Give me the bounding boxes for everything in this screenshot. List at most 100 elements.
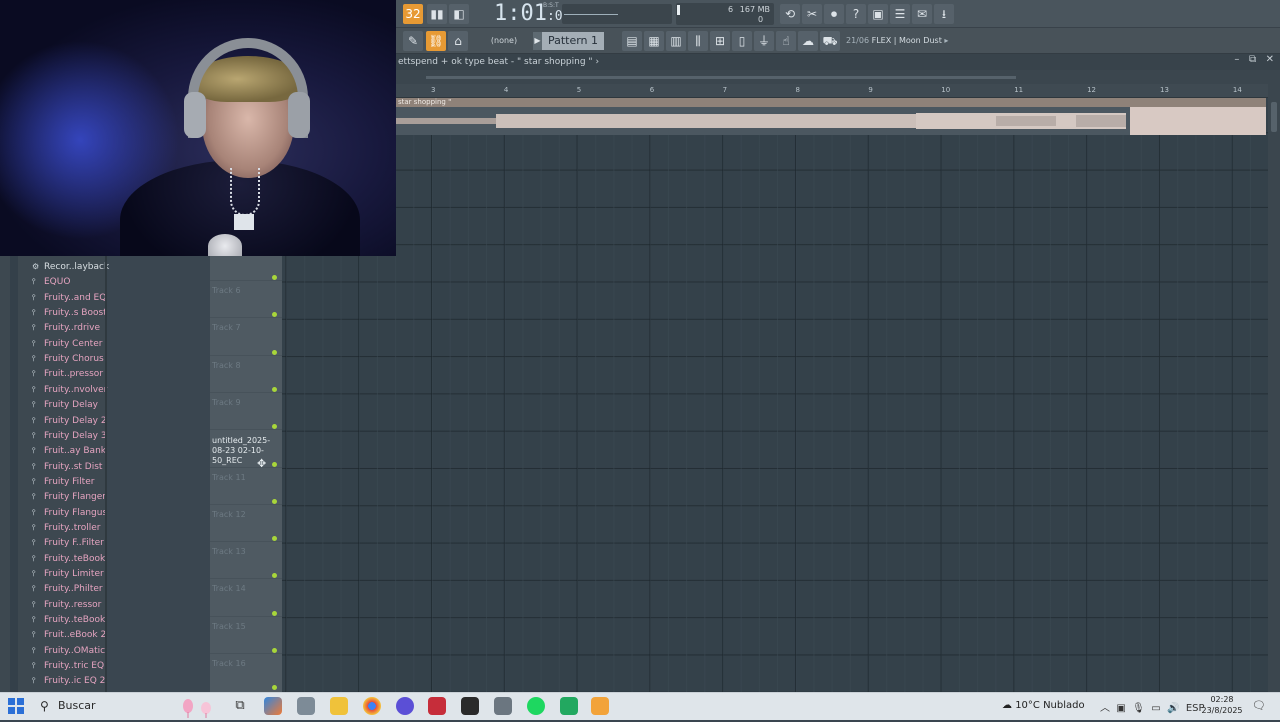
playlist-window-icon[interactable]: ▤	[622, 31, 642, 51]
mixer-icon[interactable]: ☰	[890, 4, 910, 24]
discord-icon[interactable]	[396, 697, 414, 715]
browser-plugin-item[interactable]: ⫯ Fruity..OMatic	[32, 646, 105, 656]
cart-icon[interactable]: ⛟	[820, 31, 840, 51]
system-tray[interactable]: ︿ ▣ 🎙 ▭ 🔊 ESP	[1100, 699, 1205, 714]
volume-icon[interactable]: 🔊	[1167, 703, 1179, 714]
weather-widget[interactable]: ☁ 10°C Nublado	[1002, 700, 1085, 711]
network-icon[interactable]: ▭	[1151, 703, 1160, 714]
browser-plugin-item[interactable]: ⫯ Fruity Chorus	[32, 354, 104, 364]
playlist-title-bar[interactable]: ettspend + ok type beat ‐ " star shoppin…	[396, 54, 1280, 70]
track-name[interactable]: Track 6	[212, 286, 241, 295]
track-name[interactable]: Track 7	[212, 323, 241, 332]
track-mute-led[interactable]	[272, 685, 277, 691]
browser-plugin-item[interactable]: ⫯ Fruity Delay 3	[32, 431, 107, 441]
horizontal-scrollbar[interactable]	[396, 70, 1280, 84]
song-position-slider[interactable]	[562, 4, 672, 24]
vertical-scrollbar[interactable]	[1268, 84, 1280, 692]
browser-window-icon[interactable]: ▯	[732, 31, 752, 51]
channel-rack-icon[interactable]: ⊞	[710, 31, 730, 51]
browser-plugin-item[interactable]: ⫯ EQUO	[32, 277, 70, 287]
breadcrumb-arrow-icon[interactable]: ›	[595, 57, 599, 67]
track-name[interactable]: Track 11	[212, 473, 246, 482]
browser-plugin-item[interactable]: ⫯ Fruity Flanger	[32, 492, 106, 502]
browser-plugin-item[interactable]: ⫯ Fruity..and EQ	[32, 293, 106, 303]
copilot-icon[interactable]	[264, 697, 282, 715]
track-name[interactable]: Track 14	[212, 584, 246, 593]
scroll-thumb[interactable]	[426, 76, 1016, 79]
track-name[interactable]: Track 12	[212, 510, 246, 519]
notification-icon[interactable]: 🗨	[1252, 699, 1266, 712]
pattern-arrow-icon[interactable]: ▶	[533, 32, 542, 50]
browser-plugin-item[interactable]: ⫯ Fruity..teBook	[32, 615, 105, 625]
spotify-icon[interactable]	[527, 697, 545, 715]
browser-plugin-item[interactable]: ⫯ Fruity..ic EQ 2	[32, 676, 105, 686]
mixer-window-icon[interactable]: ⫼	[688, 31, 708, 51]
browser-plugin-item[interactable]: ⫯ Fruity F..Filter	[32, 538, 104, 548]
vscroll-thumb[interactable]	[1271, 102, 1277, 132]
plugin-browser[interactable]: ⚙ Recor..layback ⫯ EQUO ⫯ Fruity..and EQ ⫯ Frui…	[0, 246, 109, 692]
playlist-grid[interactable]	[282, 98, 1268, 692]
browser-plugin-item[interactable]: ⫯ Fruity..tric EQ	[32, 661, 104, 671]
browser-plugin-item[interactable]: ⫯ Fruity..teBook	[32, 554, 105, 564]
track-mute-led[interactable]	[272, 349, 277, 355]
browser-plugin-item[interactable]: ⫯ Fruity Filter	[32, 477, 94, 487]
piano-roll-icon[interactable]: ▥	[666, 31, 686, 51]
track-name[interactable]: Track 8	[212, 361, 241, 370]
browser-plugin-item[interactable]: ⫯ Fruity..Philter	[32, 584, 103, 594]
brush-tool-icon[interactable]: ✎	[403, 31, 423, 51]
track-mute-led[interactable]	[272, 275, 277, 280]
track-mute-led[interactable]	[272, 610, 277, 616]
window-controls[interactable]: – ⧉ ✕	[1234, 54, 1274, 65]
track-mute-led[interactable]	[272, 386, 277, 392]
taskbar-clock[interactable]: 02:28 23/8/2025	[1200, 694, 1244, 716]
timeline-ruler[interactable]: 3 4 5 6 7 8 9 10 11 12 13 14	[396, 84, 1268, 98]
microphone-icon[interactable]: ⏺	[824, 4, 844, 24]
browser-plugin-item[interactable]: ⫯ Fruit..ay Bank	[32, 446, 106, 456]
browser-plugin-item[interactable]: ⫯ Fruity..nvolver	[32, 385, 107, 395]
browser-plugin-item[interactable]: ⫯ Fruity..ressor	[32, 600, 101, 610]
game-controller-icon[interactable]	[494, 697, 512, 715]
stamp-tool-icon[interactable]: ⌂	[448, 31, 468, 51]
browser-divider[interactable]	[105, 256, 107, 692]
app-icon[interactable]	[297, 697, 315, 715]
tray-mic-icon[interactable]: 🎙	[1132, 703, 1145, 714]
green-app-icon[interactable]	[560, 697, 578, 715]
browser-plugin-item[interactable]: ⫯ Fruity Flangus	[32, 508, 107, 518]
tray-app-icon[interactable]: ▣	[1116, 703, 1125, 714]
help-icon[interactable]: ?	[846, 4, 866, 24]
preset-info[interactable]: 21/06 FLEX | Moon Dust ▸	[846, 36, 948, 45]
browser-plugin-item[interactable]: ⚙ Recor..layback	[32, 262, 109, 272]
track-name[interactable]: Track 9	[212, 398, 241, 407]
clip-selection[interactable]	[1130, 107, 1266, 135]
step-seq-icon[interactable]: ▦	[644, 31, 664, 51]
file-explorer-icon[interactable]	[330, 697, 348, 715]
track-name[interactable]: Track 16	[212, 659, 246, 668]
track-name[interactable]: Track 15	[212, 622, 246, 631]
browser-plugin-item[interactable]: ⫯ Fruity Delay 2	[32, 416, 107, 426]
cloud-icon[interactable]: ☁	[798, 31, 818, 51]
pattern-selector[interactable]: (none)	[480, 33, 528, 49]
browser-plugin-item[interactable]: ⫯ Fruity..st Dist	[32, 462, 102, 472]
plugin-icon[interactable]: ⏚	[754, 31, 774, 51]
browser-plugin-item[interactable]: ⫯ Fruity Center	[32, 339, 102, 349]
browser-plugin-item[interactable]: ⫯ Fruity Delay	[32, 400, 98, 410]
pattern-name[interactable]: Pattern 1	[542, 32, 604, 50]
track-name[interactable]: Track 13	[212, 547, 246, 556]
mode-32-button[interactable]: 32	[403, 4, 423, 24]
playback-mode-button[interactable]: ▮▮	[427, 4, 447, 24]
undo-history-icon[interactable]: ⟲	[780, 4, 800, 24]
touch-icon[interactable]: ☝	[776, 31, 796, 51]
task-view-icon[interactable]: ⧉	[231, 697, 249, 715]
track-mute-led[interactable]	[272, 648, 277, 653]
browser-plugin-item[interactable]: ⫯ Fruity Limiter	[32, 569, 104, 579]
save-icon[interactable]: ▣	[868, 4, 888, 24]
link-tool-icon[interactable]: ⛓	[426, 31, 446, 51]
wait-record-button[interactable]: ◧	[449, 4, 469, 24]
browser-plugin-item[interactable]: ⫯ Fruity..troller	[32, 523, 101, 533]
audio-clip[interactable]: star shopping "	[396, 98, 1266, 135]
track-mute-led[interactable]	[272, 498, 277, 504]
browser-plugin-item[interactable]: ⫯ Fruit..pressor	[32, 369, 103, 379]
voicemod-icon[interactable]	[428, 697, 446, 715]
browser-plugin-item[interactable]: ⫯ Fruit..eBook 2	[32, 630, 106, 640]
browser-plugin-item[interactable]: ⫯ Fruity..rdrive	[32, 323, 100, 333]
